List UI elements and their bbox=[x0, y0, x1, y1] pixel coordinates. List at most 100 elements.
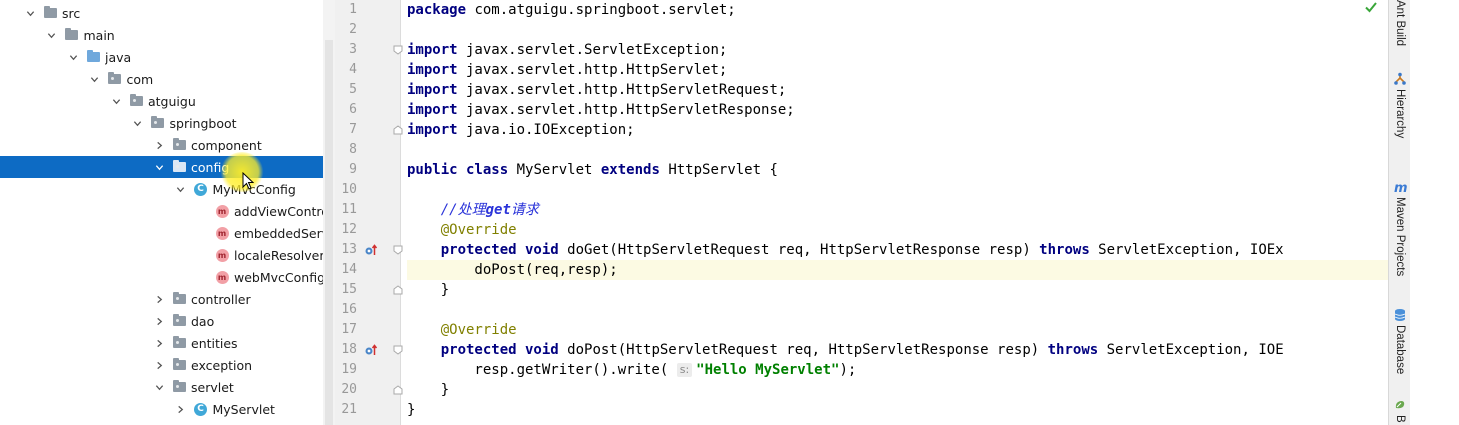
code-line[interactable]: //处理get请求 bbox=[407, 200, 1388, 220]
tree-item-servlet[interactable]: servlet bbox=[0, 376, 335, 398]
code-line[interactable]: } bbox=[407, 400, 1388, 420]
chevron-right-icon[interactable] bbox=[175, 403, 187, 415]
tool-tab-hierarchy[interactable]: Hierarchy bbox=[1389, 72, 1411, 138]
code-line[interactable]: import javax.servlet.ServletException; bbox=[407, 40, 1388, 60]
fold-marker-icon[interactable] bbox=[393, 245, 403, 255]
chevron-down-icon[interactable] bbox=[46, 29, 58, 41]
code-line[interactable]: import javax.servlet.http.HttpServletRes… bbox=[407, 100, 1388, 120]
tree-item-component[interactable]: component bbox=[0, 134, 335, 156]
project-tree[interactable]: src main java com atguigu springboot component… bbox=[0, 0, 335, 425]
code-editor[interactable]: 1 2 3 4 5 6 7 8 9 10 11 12 13 14 15 16 17 18 19 20 21 packag… bbox=[335, 0, 1388, 425]
tree-scrollbar-thumb[interactable] bbox=[325, 40, 333, 425]
chevron-down-icon[interactable] bbox=[153, 161, 165, 173]
tree-item-exception[interactable]: exception bbox=[0, 354, 335, 376]
line-number: 1 bbox=[349, 2, 357, 17]
tree-item-src[interactable]: src bbox=[0, 2, 335, 24]
line-number: 15 bbox=[341, 282, 357, 297]
line-number: 3 bbox=[349, 42, 357, 57]
code-line[interactable]: doPost(req,resp); bbox=[407, 260, 1388, 280]
tree-item-controller[interactable]: controller bbox=[0, 288, 335, 310]
svg-text:m: m bbox=[1394, 181, 1407, 194]
code-token: javax.servlet.http.HttpServlet; bbox=[457, 62, 728, 78]
code-line[interactable]: } bbox=[407, 380, 1388, 400]
tree-item-springboot[interactable]: springboot bbox=[0, 112, 335, 134]
code-token: resp.getWriter().write( bbox=[407, 362, 677, 378]
tool-tab-b[interactable]: B bbox=[1389, 398, 1411, 423]
tool-tab-maven-projects[interactable]: m Maven Projects bbox=[1389, 180, 1411, 276]
code-line[interactable] bbox=[407, 140, 1388, 160]
right-tool-window-bar: Ant Build Hierarchy m Maven Projects Databas… bbox=[1388, 0, 1410, 425]
fold-marker-icon[interactable] bbox=[393, 125, 403, 135]
chevron-right-icon[interactable] bbox=[153, 337, 165, 349]
code-line[interactable]: import javax.servlet.http.HttpServletReq… bbox=[407, 80, 1388, 100]
chevron-right-icon[interactable] bbox=[153, 293, 165, 305]
tool-tab-label: Ant Build bbox=[1394, 0, 1406, 47]
tool-tab-ant-build[interactable]: Ant Build bbox=[1389, 0, 1411, 46]
tree-item-label: MyServlet bbox=[212, 401, 275, 417]
tree-item-mymvcconfig[interactable]: C MyMvcConfig bbox=[0, 178, 335, 200]
keyword-token: import bbox=[407, 122, 458, 138]
code-line[interactable]: @Override bbox=[407, 320, 1388, 340]
tree-item-label: entities bbox=[191, 335, 238, 351]
tree-item-embeddedservle[interactable]: m embeddedServle bbox=[0, 222, 335, 244]
line-number: 19 bbox=[341, 362, 357, 377]
package-icon bbox=[171, 380, 187, 394]
code-line[interactable]: import java.io.IOException; bbox=[407, 120, 1388, 140]
override-method-icon[interactable] bbox=[364, 343, 378, 357]
tree-item-webmvcconfigur[interactable]: m webMvcConfigur bbox=[0, 266, 335, 288]
chevron-down-icon[interactable] bbox=[175, 183, 187, 195]
code-line[interactable]: @Override bbox=[407, 220, 1388, 240]
method-icon: m bbox=[214, 248, 230, 262]
tree-item-addviewcontrolle[interactable]: m addViewControlle bbox=[0, 200, 335, 222]
package-icon bbox=[171, 292, 187, 306]
code-line[interactable]: resp.getWriter().write( s: "Hello MyServl… bbox=[407, 360, 1388, 380]
code-token: } bbox=[407, 382, 450, 398]
tree-item-config[interactable]: config bbox=[0, 156, 335, 178]
tree-item-label: webMvcConfigur bbox=[234, 269, 335, 285]
tree-item-localeresolver-l[interactable]: m localeResolver():L bbox=[0, 244, 335, 266]
tree-item-myservlet[interactable]: C MyServlet bbox=[0, 398, 335, 420]
package-icon bbox=[171, 358, 187, 372]
code-line[interactable] bbox=[407, 20, 1388, 40]
chevron-down-icon[interactable] bbox=[132, 117, 144, 129]
tree-item-main[interactable]: main bbox=[0, 24, 335, 46]
fold-marker-icon[interactable] bbox=[393, 45, 403, 55]
fold-marker-icon[interactable] bbox=[393, 285, 403, 295]
code-line[interactable] bbox=[407, 180, 1388, 200]
chevron-down-icon[interactable] bbox=[24, 7, 36, 19]
code-line[interactable]: package com.atguigu.springboot.servlet; bbox=[407, 0, 1388, 20]
line-number: 4 bbox=[349, 62, 357, 77]
fold-marker-icon[interactable] bbox=[393, 345, 403, 355]
code-line[interactable] bbox=[407, 300, 1388, 320]
source-folder-icon bbox=[85, 50, 101, 64]
chevron-right-icon[interactable] bbox=[153, 315, 165, 327]
tree-item-atguigu[interactable]: atguigu bbox=[0, 90, 335, 112]
chevron-down-icon[interactable] bbox=[67, 51, 79, 63]
code-line[interactable]: import javax.servlet.http.HttpServlet; bbox=[407, 60, 1388, 80]
fold-marker-icon[interactable] bbox=[393, 385, 403, 395]
code-token: java.io.IOException; bbox=[457, 122, 635, 138]
chevron-right-icon[interactable] bbox=[153, 359, 165, 371]
code-line[interactable]: protected void doGet(HttpServletRequest … bbox=[407, 240, 1388, 260]
tree-item-entities[interactable]: entities bbox=[0, 332, 335, 354]
chevron-down-icon[interactable] bbox=[110, 95, 122, 107]
code-line[interactable]: public class MyServlet extends HttpServl… bbox=[407, 160, 1388, 180]
annotation-token: @Override bbox=[440, 322, 517, 338]
code-token: HttpServlet { bbox=[659, 162, 778, 178]
keyword-token: extends bbox=[600, 162, 660, 178]
tree-item-java[interactable]: java bbox=[0, 46, 335, 68]
editor-gutter[interactable]: 1 2 3 4 5 6 7 8 9 10 11 12 13 14 15 16 17 18 19 20 21 bbox=[335, 0, 403, 425]
code-line[interactable]: protected void doPost(HttpServletRequest… bbox=[407, 340, 1388, 360]
override-method-icon[interactable] bbox=[364, 243, 378, 257]
chevron-right-icon[interactable] bbox=[153, 139, 165, 151]
code-line[interactable]: } bbox=[407, 280, 1388, 300]
tool-tab-database[interactable]: Database bbox=[1389, 308, 1411, 374]
tree-item-dao[interactable]: dao bbox=[0, 310, 335, 332]
tree-item-com[interactable]: com bbox=[0, 68, 335, 90]
chevron-down-icon[interactable] bbox=[153, 381, 165, 393]
annotation-token: @Override bbox=[440, 222, 517, 238]
chevron-down-icon[interactable] bbox=[89, 73, 101, 85]
method-icon: m bbox=[214, 204, 230, 218]
